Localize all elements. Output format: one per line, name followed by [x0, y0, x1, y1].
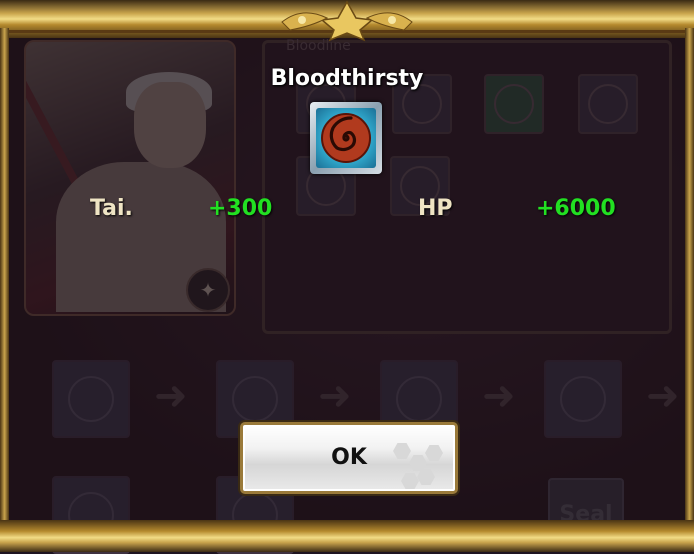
frame-bottom [0, 520, 694, 552]
stat-label-hp: HP [418, 196, 453, 221]
gold-crest-icon [281, 0, 413, 42]
skill-icon-frame [310, 102, 382, 174]
frame-left [0, 28, 9, 526]
stat-label-tai: Tai. [90, 196, 133, 221]
stat-value-tai: +300 [208, 196, 273, 221]
ok-button-label: OK [331, 445, 367, 470]
ok-button[interactable]: OK [240, 422, 458, 494]
frame-right [685, 28, 694, 526]
spiral-swirl-icon [321, 113, 371, 163]
skill-title: Bloodthirsty [270, 66, 424, 91]
stat-value-hp: +6000 [536, 196, 616, 221]
